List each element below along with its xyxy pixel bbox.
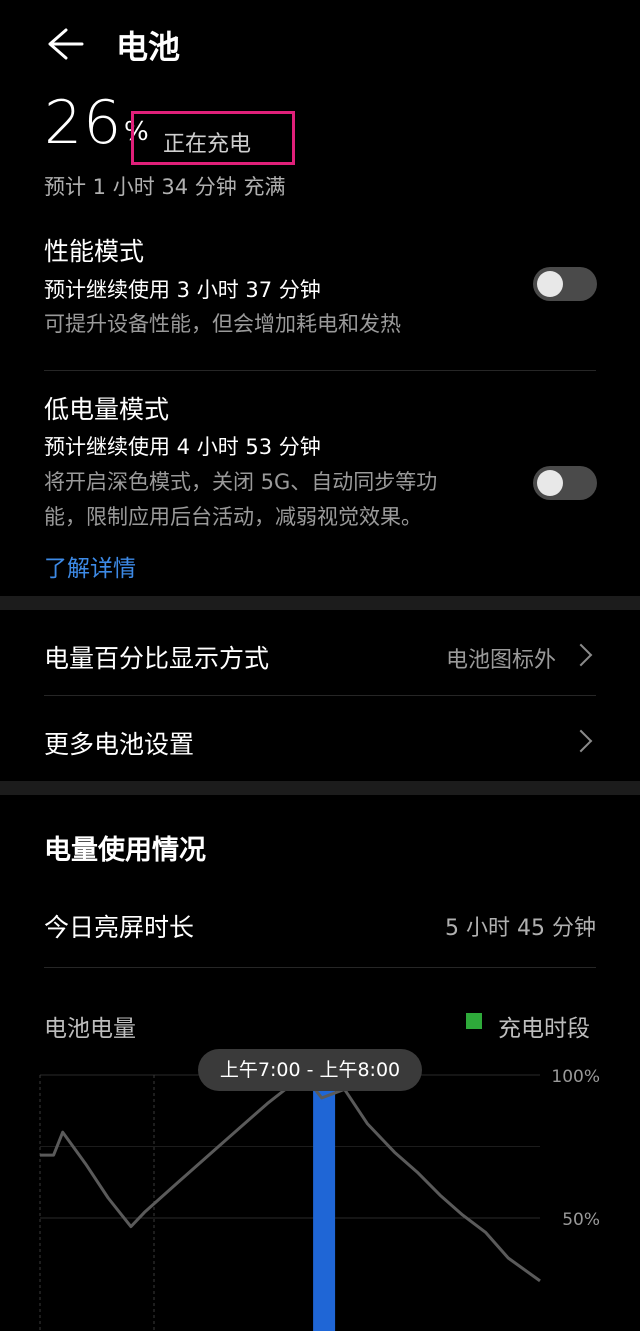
chart-title: 电池电量 bbox=[44, 1016, 136, 1042]
more-battery-settings-label[interactable]: 更多电池设置 bbox=[44, 725, 194, 761]
low-power-mode-estimate: 预计继续使用 4 小时 53 分钟 bbox=[44, 435, 321, 459]
performance-mode-estimate: 预计继续使用 3 小时 37 分钟 bbox=[44, 278, 321, 302]
legend-label: 充电时段 bbox=[498, 1016, 590, 1042]
low-power-mode-toggle[interactable] bbox=[533, 466, 597, 500]
chevron-right-icon bbox=[569, 729, 593, 753]
divider bbox=[44, 370, 596, 371]
charge-estimate: 预计 1 小时 34 分钟 充满 bbox=[44, 175, 286, 199]
page-title: 电池 bbox=[116, 28, 181, 66]
usage-section-title: 电量使用情况 bbox=[44, 835, 206, 866]
percentage-display-label[interactable]: 电量百分比显示方式 bbox=[44, 639, 269, 675]
y-tick-label: 50% bbox=[562, 1210, 600, 1230]
screen-time-label: 今日亮屏时长 bbox=[44, 913, 195, 942]
battery-level: 26 bbox=[44, 88, 123, 158]
charging-bar bbox=[313, 1086, 336, 1331]
battery-chart[interactable]: 100% 50% bbox=[0, 1060, 640, 1331]
percentage-display-value[interactable]: 电池图标外 bbox=[446, 642, 556, 674]
battery-level-line bbox=[40, 1073, 541, 1283]
toggle-knob bbox=[537, 470, 563, 496]
chevron-right-icon bbox=[569, 643, 593, 667]
performance-mode-toggle[interactable] bbox=[533, 267, 597, 301]
divider bbox=[44, 967, 596, 968]
chart-tooltip: 上午7:00 - 上午8:00 bbox=[198, 1049, 422, 1091]
performance-mode-title: 性能模式 bbox=[44, 237, 145, 266]
charging-status: 正在充电 bbox=[163, 132, 252, 157]
legend-swatch bbox=[466, 1013, 482, 1029]
divider bbox=[44, 695, 596, 696]
low-power-mode-title: 低电量模式 bbox=[44, 395, 170, 424]
back-arrow-icon[interactable] bbox=[44, 24, 84, 64]
toggle-knob bbox=[537, 271, 563, 297]
performance-mode-description: 可提升设备性能，但会增加耗电和发热 bbox=[44, 312, 401, 336]
low-power-mode-description-line1: 将开启深色模式，关闭 5G、自动同步等功 bbox=[44, 470, 438, 494]
screen-time-value: 5 小时 45 分钟 bbox=[445, 916, 596, 941]
learn-more-link[interactable]: 了解详情 bbox=[44, 549, 136, 583]
section-separator bbox=[0, 781, 640, 795]
low-power-mode-description-line2: 能，限制应用后台活动，减弱视觉效果。 bbox=[44, 505, 422, 529]
section-separator bbox=[0, 596, 640, 610]
y-tick-label: 100% bbox=[551, 1067, 600, 1087]
